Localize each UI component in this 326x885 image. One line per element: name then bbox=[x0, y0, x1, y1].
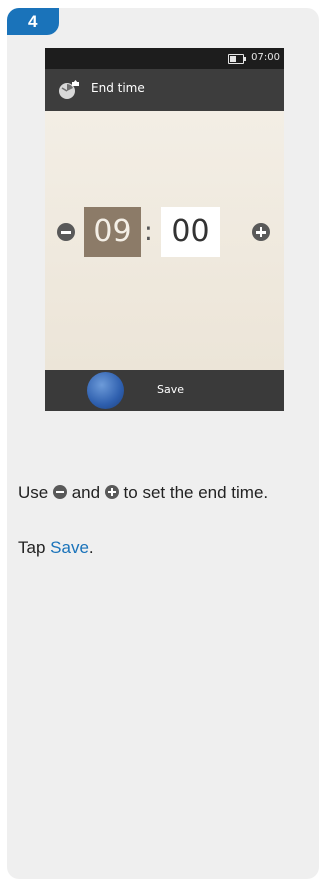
home-button[interactable] bbox=[87, 372, 124, 409]
minus-icon bbox=[61, 231, 71, 234]
device-screen: 07:00 End time 09 : 00 Save bbox=[45, 48, 284, 411]
increase-button[interactable] bbox=[252, 223, 270, 241]
save-link: Save bbox=[50, 538, 89, 557]
minutes-field[interactable]: 00 bbox=[161, 207, 220, 257]
minus-icon bbox=[52, 485, 67, 499]
plus-icon bbox=[104, 485, 119, 499]
screen-title: End time bbox=[91, 81, 145, 95]
instruction-text: Use bbox=[18, 483, 49, 502]
instruction-text: Tap bbox=[18, 538, 46, 557]
instruction-text: . bbox=[88, 538, 94, 557]
instruction-line-1: Use and to set the end time. bbox=[18, 480, 308, 505]
instruction-line-2: Tap Save. bbox=[18, 535, 308, 560]
bottom-bar: Save bbox=[45, 370, 284, 411]
save-button[interactable]: Save bbox=[157, 383, 184, 396]
status-bar: 07:00 bbox=[45, 48, 284, 69]
title-bar: End time bbox=[45, 69, 284, 111]
time-separator: : bbox=[144, 217, 153, 247]
time-picker: 09 : 00 bbox=[45, 111, 284, 370]
step-badge: 4 bbox=[7, 8, 59, 35]
battery-icon bbox=[228, 54, 246, 64]
clock-settings-icon bbox=[59, 80, 79, 99]
hours-field[interactable]: 09 bbox=[84, 207, 141, 257]
status-time: 07:00 bbox=[251, 52, 280, 63]
instruction-card: 4 07:00 End time 09 : 00 Save bbox=[7, 8, 319, 879]
decrease-button[interactable] bbox=[57, 223, 75, 241]
instruction-text: and bbox=[71, 483, 101, 502]
instruction-text: to set the end time. bbox=[123, 483, 269, 502]
instructions: Use and to set the end time. Tap Save. bbox=[18, 480, 308, 560]
